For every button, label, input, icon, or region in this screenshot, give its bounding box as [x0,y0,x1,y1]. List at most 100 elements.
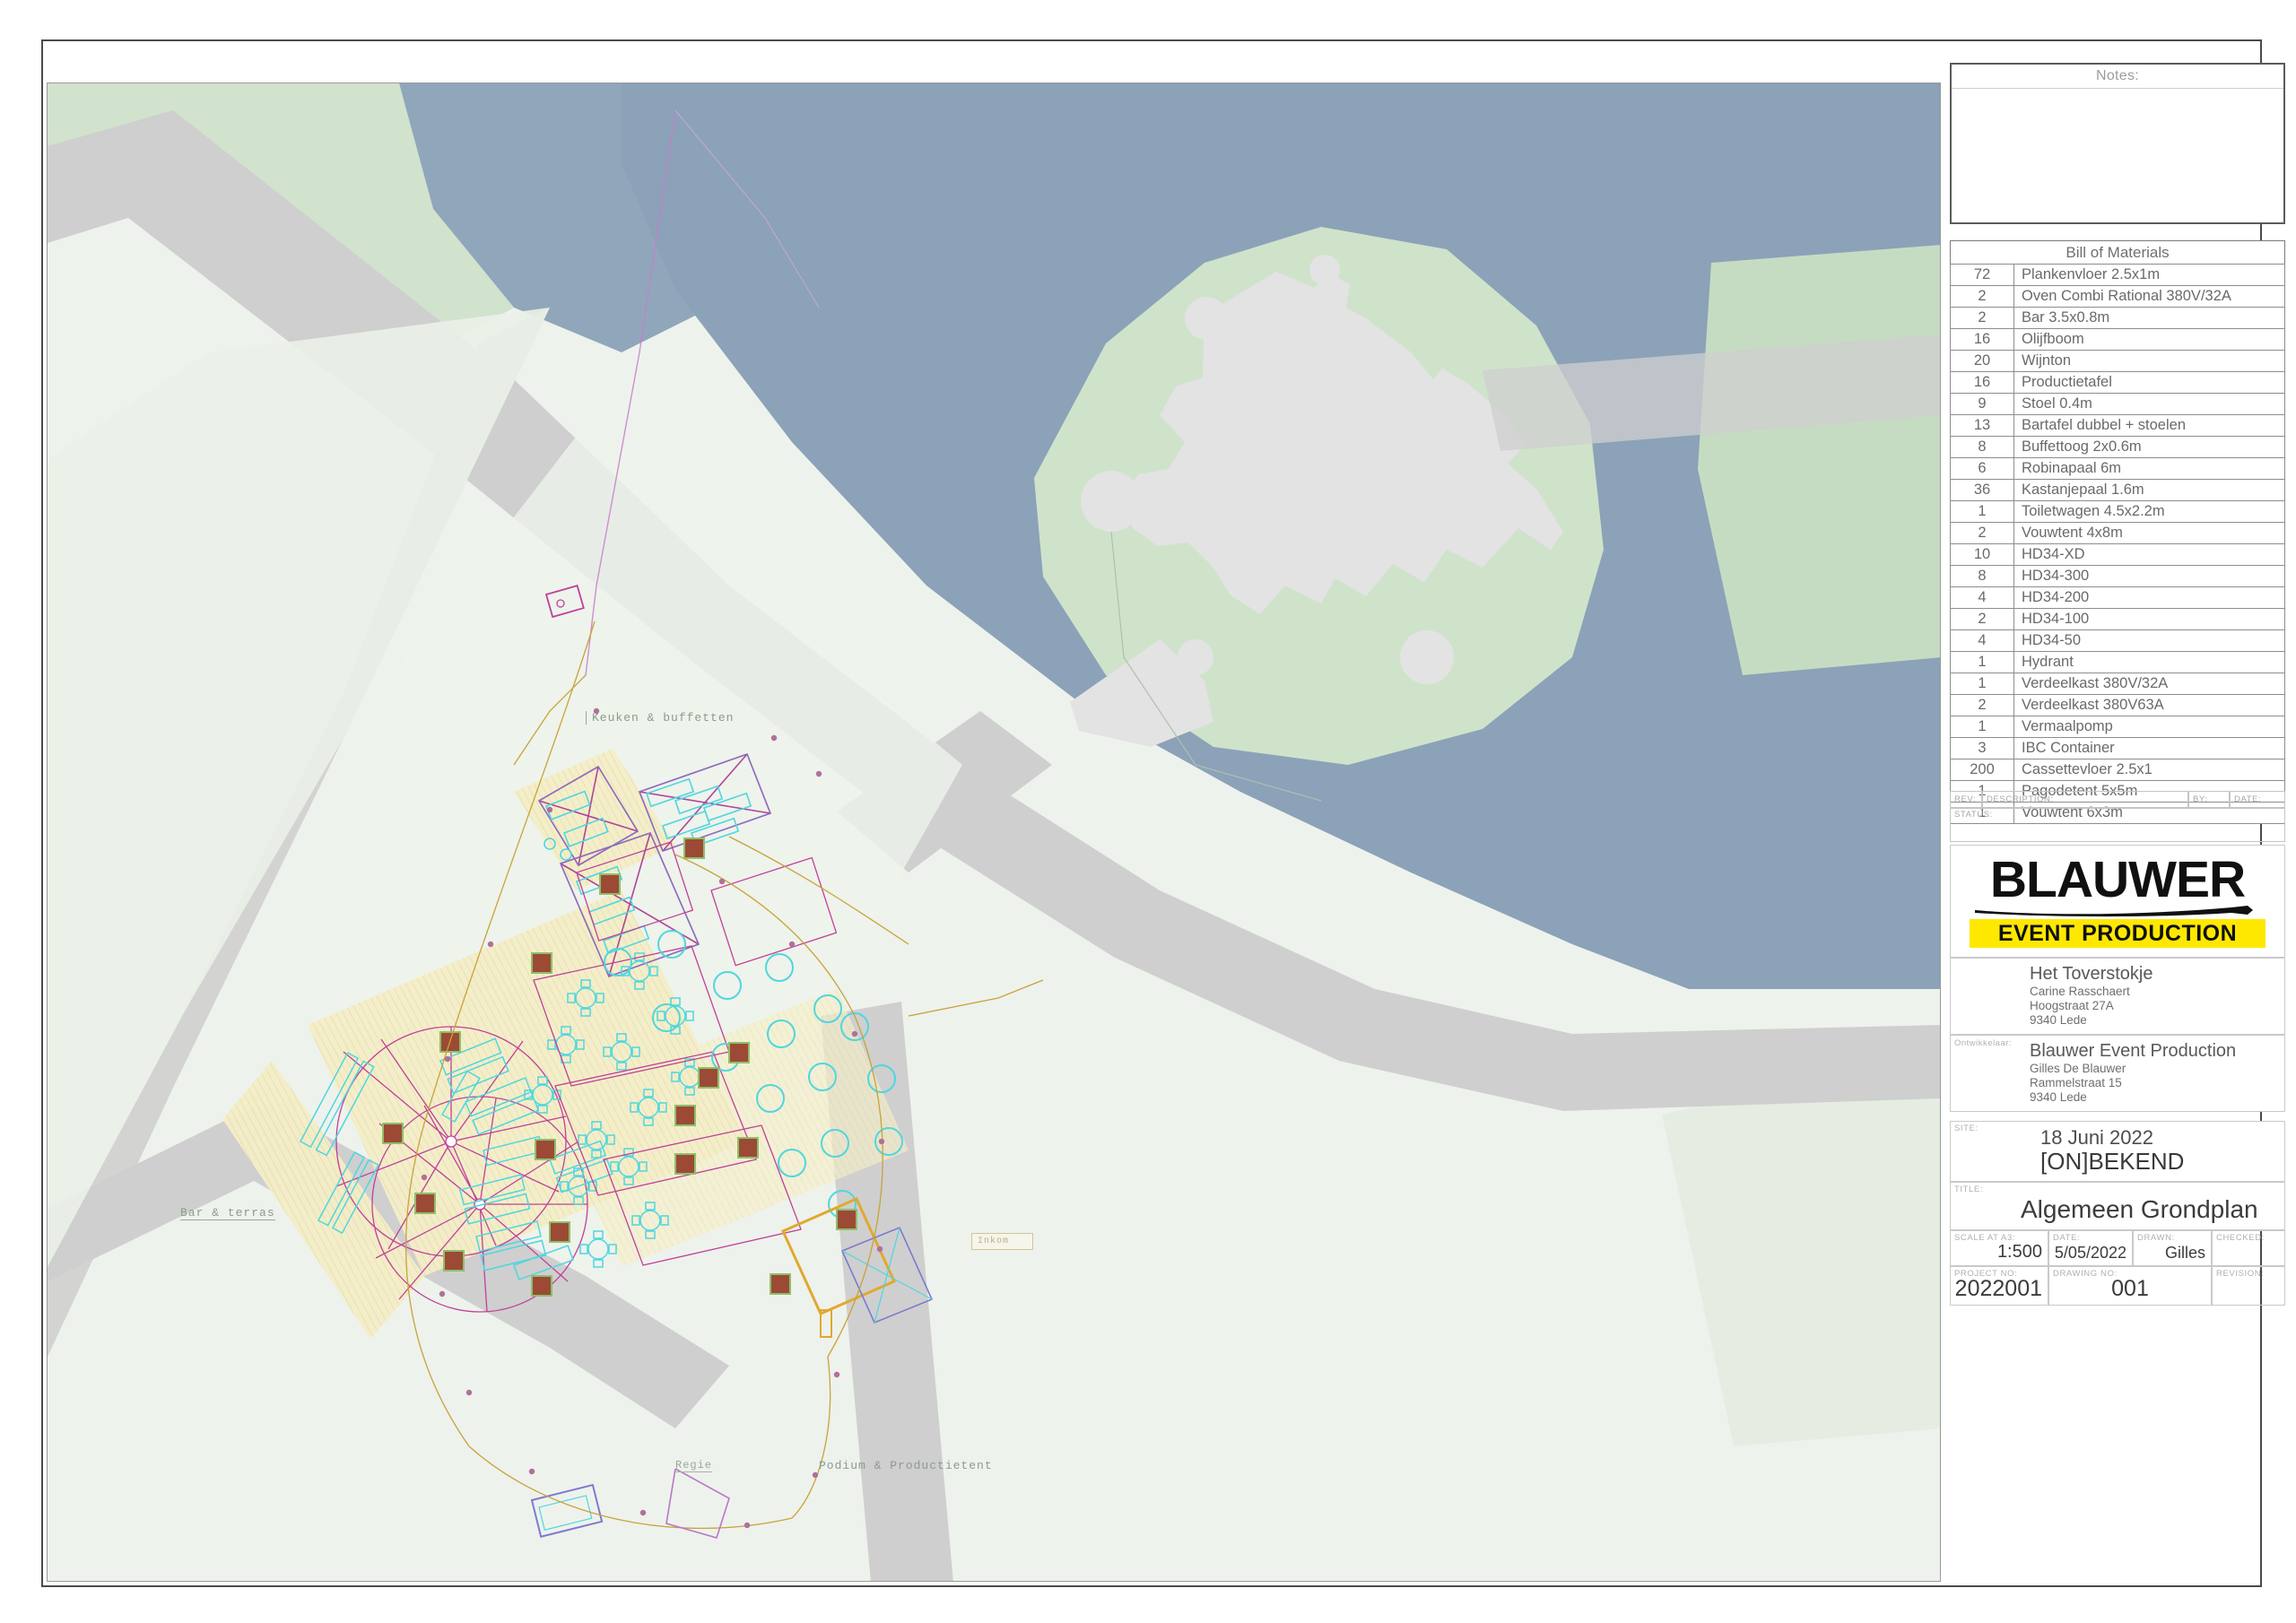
bom-qty: 3 [1950,737,2014,759]
checked-label: CHECKED: [2216,1233,2265,1243]
bom-qty: 9 [1950,393,2014,415]
drawing-title-block: TITLE: Algemeen Grondplan [1950,1182,2285,1230]
table-row: 2 Verdeelkast 380V63A [1950,694,2285,716]
developer-city: 9340 Lede [2030,1090,2087,1104]
developer-contact: Gilles De Blauwer [2030,1062,2126,1075]
table-row: 2 Vouwtent 4x8m [1950,522,2285,544]
logo-wordmark: BLAUWER [1989,851,2246,908]
bom-qty: 8 [1950,436,2014,458]
table-row: 72 Plankenvloer 2.5x1m [1950,264,2285,286]
table-row: 9 Stoel 0.4m [1950,393,2285,415]
bom-description: Stoel 0.4m [2013,393,2285,415]
drawn-label: DRAWN: [2137,1233,2175,1243]
bom-description: Buffettoog 2x0.6m [2013,436,2285,458]
table-row: 1 Hydrant [1950,651,2285,673]
project-value: 2022001 [1954,1276,2042,1301]
bom-description: HD34-50 [2013,629,2285,652]
bom-table: 72 Plankenvloer 2.5x1m 2 Oven Combi Rationa… [1950,264,2285,824]
notes-title: Notes: [1952,65,2283,89]
bom-description: Plankenvloer 2.5x1m [2013,264,2285,286]
scale-cell: SCALE AT A3: 1:500 [1950,1230,2048,1266]
checked-cell: CHECKED: [2212,1230,2285,1266]
site-name: [ON]BEKEND [2040,1148,2185,1175]
table-row: 1 Vermaalpomp [1950,716,2285,738]
bom-qty: 8 [1950,565,2014,587]
table-row: 1 Toiletwagen 4.5x2.2m [1950,500,2285,523]
drawing-no-cell: DRAWING NO: 001 [2048,1266,2212,1306]
bom-qty: 1 [1950,716,2014,738]
revision-cell: REVISION: [2212,1266,2285,1306]
map-label-inkom: Inkom [971,1233,1034,1250]
map-label-podium: Podium & Productietent [819,1459,993,1472]
bom-title: Bill of Materials [1950,240,2285,264]
bom-qty: 72 [1950,264,2014,286]
bom-qty: 2 [1950,307,2014,329]
rev-label: REV: [1950,791,1982,808]
drawn-cell: DRAWN: Gilles [2133,1230,2212,1266]
site-block: SITE: 18 Juni 2022 [ON]BEKEND [1950,1121,2285,1182]
bom-description: Oven Combi Rational 380V/32A [2013,285,2285,308]
date-label: DATE: [2053,1233,2081,1243]
bom-description: Kastanjepaal 1.6m [2013,479,2285,501]
revision-status-block: REV: DESCRIPTION: BY: DATE: STATUS: [1950,791,2285,842]
table-row: 16 Productietafel [1950,371,2285,394]
table-row: 10 HD34-XD [1950,543,2285,566]
project-no-cell: PROJECT NO: 2022001 [1950,1266,2048,1306]
bom-description: Wijnton [2013,350,2285,372]
meta-row-1: SCALE AT A3: 1:500 DATE: 5/05/2022 DRAWN… [1950,1230,2285,1266]
bom-qty: 20 [1950,350,2014,372]
title-tag: TITLE: [1954,1185,1984,1194]
title-block-column: Notes: Bill of Materials 72 Plankenvloer … [1950,63,2296,1587]
scale-value: 1:500 [1996,1242,2042,1262]
map-label-keuken: Keuken & buffetten [586,711,734,725]
bom-qty: 2 [1950,694,2014,716]
map-vector [48,83,1940,1581]
status-cell[interactable]: STATUS: [1950,808,2285,842]
by-label: BY: [2188,791,2230,808]
bom-description: Vouwtent 4x8m [2013,522,2285,544]
bom-description: Toiletwagen 4.5x2.2m [2013,500,2285,523]
bom-description: Vermaalpomp [2013,716,2285,738]
bom-description: Verdeelkast 380V63A [2013,694,2285,716]
date-value: 5/05/2022 [2054,1244,2126,1262]
client-city: 9340 Lede [2030,1013,2087,1027]
bom-qty: 1 [1950,651,2014,673]
table-row: 13 Bartafel dubbel + stoelen [1950,414,2285,437]
drawing-title: Algemeen Grondplan [2021,1195,2258,1223]
bom-qty: 10 [1950,543,2014,566]
logo-tagline: EVENT PRODUCTION [1970,919,2266,948]
site-plan-map[interactable]: Keuken & buffetten Bar & terras Regie Po… [47,82,1941,1582]
meta-row-2: PROJECT NO: 2022001 DRAWING NO: 001 REVI… [1950,1266,2285,1306]
bom-qty: 6 [1950,457,2014,480]
notes-box: Notes: [1950,63,2285,224]
bom-qty: 2 [1950,285,2014,308]
notes-body[interactable] [1952,89,2283,225]
bom-qty: 2 [1950,608,2014,630]
drawn-value: Gilles [2164,1244,2205,1262]
revision-header-row: REV: DESCRIPTION: BY: DATE: [1950,791,2285,808]
bom-description: HD34-300 [2013,565,2285,587]
table-row: 20 Wijnton [1950,350,2285,372]
bom-description: HD34-200 [2013,586,2285,609]
bom-description: Productietafel [2013,371,2285,394]
magic-wand-icon [1970,905,2266,919]
map-label-regie: Regie [675,1459,713,1472]
developer-name: Blauwer Event Production [2030,1041,2237,1061]
table-row: 6 Robinapaal 6m [1950,457,2285,480]
map-label-bar: Bar & terras [180,1206,275,1220]
site-tag: SITE: [1954,1124,1979,1133]
table-row: 8 Buffettoog 2x0.6m [1950,436,2285,458]
table-row: 8 HD34-300 [1950,565,2285,587]
bom-qty: 200 [1950,759,2014,781]
drawing-value: 001 [2111,1276,2149,1301]
table-row: 3 IBC Container [1950,737,2285,759]
company-logo: BLAUWER EVENT PRODUCTION [1950,845,2285,958]
table-row: 16 Olijfboom [1950,328,2285,351]
table-row: 200 Cassettevloer 2.5x1 [1950,759,2285,781]
bom-description: Verdeelkast 380V/32A [2013,673,2285,695]
table-row: 2 Oven Combi Rational 380V/32A [1950,285,2285,308]
drawing-sheet: Keuken & buffetten Bar & terras Regie Po… [0,0,2296,1623]
client-street: Hoogstraat 27A [2030,999,2114,1012]
bom-qty: 2 [1950,522,2014,544]
desc-label: DESCRIPTION: [1982,791,2188,808]
